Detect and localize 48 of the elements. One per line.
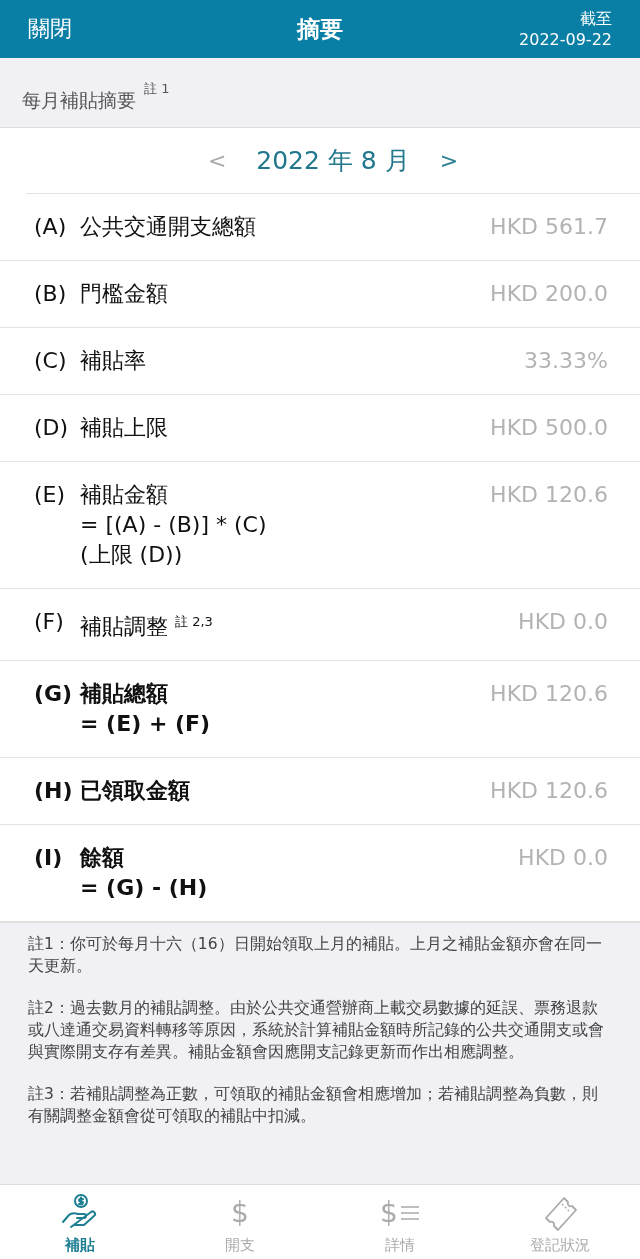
row-code: (B) bbox=[34, 280, 68, 308]
close-button[interactable]: 關閉 bbox=[28, 14, 72, 44]
tab[interactable]: $ 開支 bbox=[160, 1185, 320, 1259]
row-code: (A) bbox=[34, 213, 68, 241]
row-value: HKD 561.7 bbox=[490, 213, 608, 241]
row-label: 補貼調整 $^{註 2,3}$ bbox=[80, 613, 214, 642]
row-code: (D) bbox=[34, 414, 70, 442]
row-formula: = (E) + (F) bbox=[80, 710, 212, 739]
tab[interactable]: 補貼 bbox=[0, 1185, 160, 1259]
row-value: 33.33% bbox=[524, 347, 608, 375]
row-value: HKD 500.0 bbox=[490, 414, 608, 442]
previous-month-button[interactable]: < bbox=[205, 148, 229, 173]
row-label: 餘額 bbox=[80, 844, 125, 873]
row-value: HKD 0.0 bbox=[518, 608, 608, 636]
row-code: (E) bbox=[34, 481, 67, 509]
row-label: 公共交通開支總額 bbox=[80, 213, 257, 241]
row-code: (H) bbox=[34, 777, 74, 806]
next-month-button[interactable]: > bbox=[437, 148, 461, 173]
row-label: 補貼總額 bbox=[80, 680, 169, 709]
row-formula: (上限 (D)) bbox=[80, 541, 184, 569]
row-label: 門檻金額 bbox=[80, 280, 169, 308]
tab[interactable]: 登記狀況 bbox=[480, 1185, 640, 1259]
row-value: HKD 120.6 bbox=[490, 680, 608, 709]
row-value: HKD 120.6 bbox=[490, 481, 608, 509]
note-text: 註2：過去數月的補貼調整。由於公共交通營辦商上載交易數據的延誤、票務退款或八達通交易資料轉移等原因，系統於計算補貼金額時所記錄的公共交通開支或會與實際開支存有差異。補貼金額會因應開支記錄更新而作出相應調整。 bbox=[28, 998, 605, 1064]
as-of-date: 2022-09-22 bbox=[519, 29, 612, 50]
row-label: 補貼率 bbox=[80, 347, 147, 375]
row-label: 補貼上限 bbox=[80, 414, 169, 442]
note-reference: 註 1 bbox=[144, 80, 170, 98]
row-code: (G) bbox=[34, 680, 74, 709]
section-title: 每月補貼摘要 bbox=[22, 88, 136, 113]
row-value: HKD 0.0 bbox=[518, 844, 608, 873]
row-label: 已領取金額 bbox=[80, 777, 191, 806]
note-text: 註1：你可於每月十六（16）日開始領取上月的補貼。上月之補貼金額亦會在同一天更新。 bbox=[28, 934, 603, 978]
tab[interactable]: $ 詳情 bbox=[320, 1185, 480, 1259]
row-code: (F) bbox=[34, 608, 65, 636]
month-label: 2022 年 8 月 bbox=[256, 145, 410, 177]
row-code: (C) bbox=[34, 347, 68, 375]
note-text: 註3：若補貼調整為正數，可領取的補貼金額會相應增加；若補貼調整為負數，則有關調整金額會從可領取的補貼中扣減。 bbox=[28, 1084, 599, 1128]
as-of-label: 截至 bbox=[580, 8, 612, 29]
row-formula: = [(A) - (B)] * (C) bbox=[80, 511, 268, 539]
row-formula: = (G) - (H) bbox=[80, 874, 209, 903]
page-title: 摘要 bbox=[297, 14, 343, 44]
row-label: 補貼金額 bbox=[80, 481, 169, 509]
row-value: HKD 120.6 bbox=[490, 777, 608, 806]
dollar-icon: $ bbox=[231, 1194, 249, 1232]
row-value: HKD 200.0 bbox=[490, 280, 608, 308]
row-code: (I) bbox=[34, 844, 64, 873]
